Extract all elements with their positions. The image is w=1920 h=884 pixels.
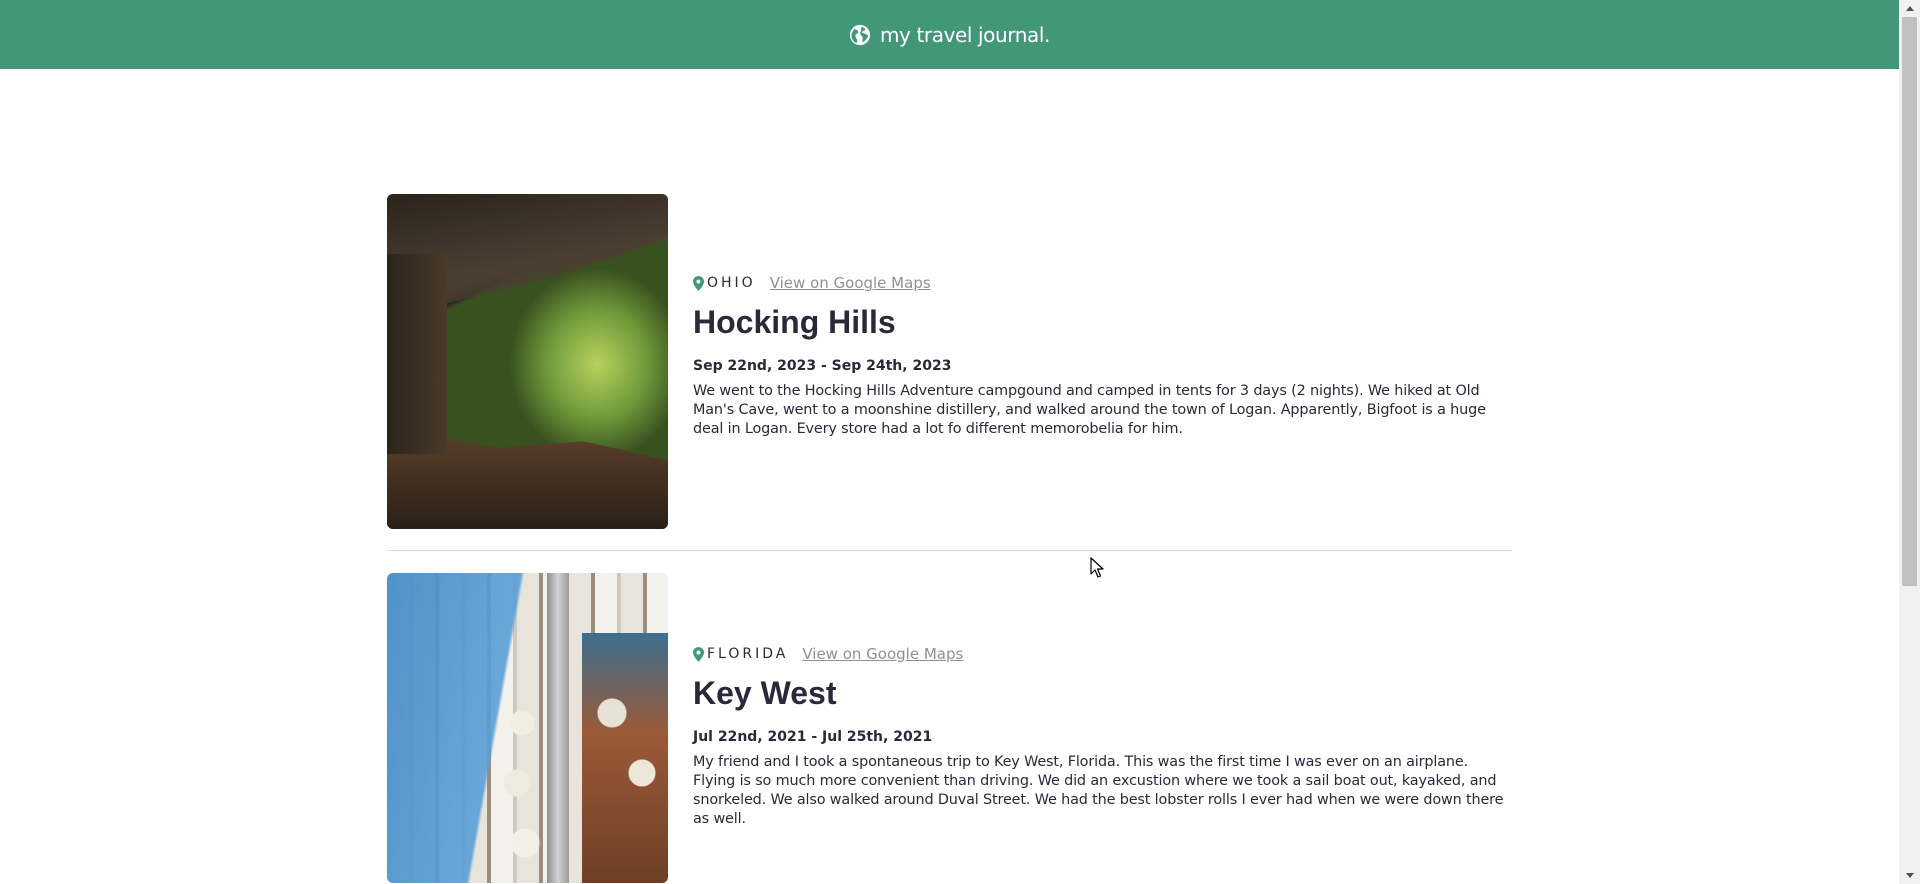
app-title: my travel journal. xyxy=(879,22,1051,47)
entry-photo-cave xyxy=(387,194,668,529)
entry-info: OHIO View on Google Maps Hocking Hills S… xyxy=(693,194,1513,439)
location-name: FLORIDA xyxy=(707,646,789,662)
top-navbar: my travel journal. xyxy=(0,0,1899,69)
entry-divider xyxy=(387,550,1512,551)
scroll-up-arrow-icon[interactable] xyxy=(1899,0,1920,17)
entry-description: We went to the Hocking Hills Adventure c… xyxy=(693,383,1486,437)
entry-title: Key West xyxy=(693,675,837,711)
mouse-cursor-icon xyxy=(1090,557,1104,578)
map-pin-icon xyxy=(693,275,704,291)
map-pin-icon xyxy=(693,646,704,662)
scrollbar-thumb[interactable] xyxy=(1902,17,1917,586)
cave-left-wall xyxy=(387,254,447,454)
photo-buoys xyxy=(497,693,547,883)
entry-dates: Sep 22nd, 2023 - Sep 24th, 2023 xyxy=(693,358,952,374)
location-name: OHIO xyxy=(707,275,756,291)
photo-rusty-car xyxy=(582,633,668,883)
journal-entry: FLORIDA View on Google Maps Key West Jul… xyxy=(387,573,1512,883)
location-row: OHIO View on Google Maps xyxy=(693,274,1513,292)
scroll-down-arrow-icon[interactable] xyxy=(1899,867,1920,884)
photo-pole xyxy=(547,573,569,883)
google-maps-link[interactable]: View on Google Maps xyxy=(770,274,931,292)
vertical-scrollbar[interactable] xyxy=(1899,0,1920,884)
entry-description: My friend and I took a spontaneous trip … xyxy=(693,754,1504,827)
globe-icon xyxy=(849,24,871,45)
entry-info: FLORIDA View on Google Maps Key West Jul… xyxy=(693,573,1513,829)
journal-entry: OHIO View on Google Maps Hocking Hills S… xyxy=(387,194,1512,529)
location-row: FLORIDA View on Google Maps xyxy=(693,645,1513,663)
entry-title: Hocking Hills xyxy=(693,304,896,340)
entry-dates: Jul 22nd, 2021 - Jul 25th, 2021 xyxy=(693,729,933,745)
entry-photo-keywest xyxy=(387,573,668,883)
google-maps-link[interactable]: View on Google Maps xyxy=(802,645,963,663)
journal-entries: OHIO View on Google Maps Hocking Hills S… xyxy=(387,194,1512,883)
